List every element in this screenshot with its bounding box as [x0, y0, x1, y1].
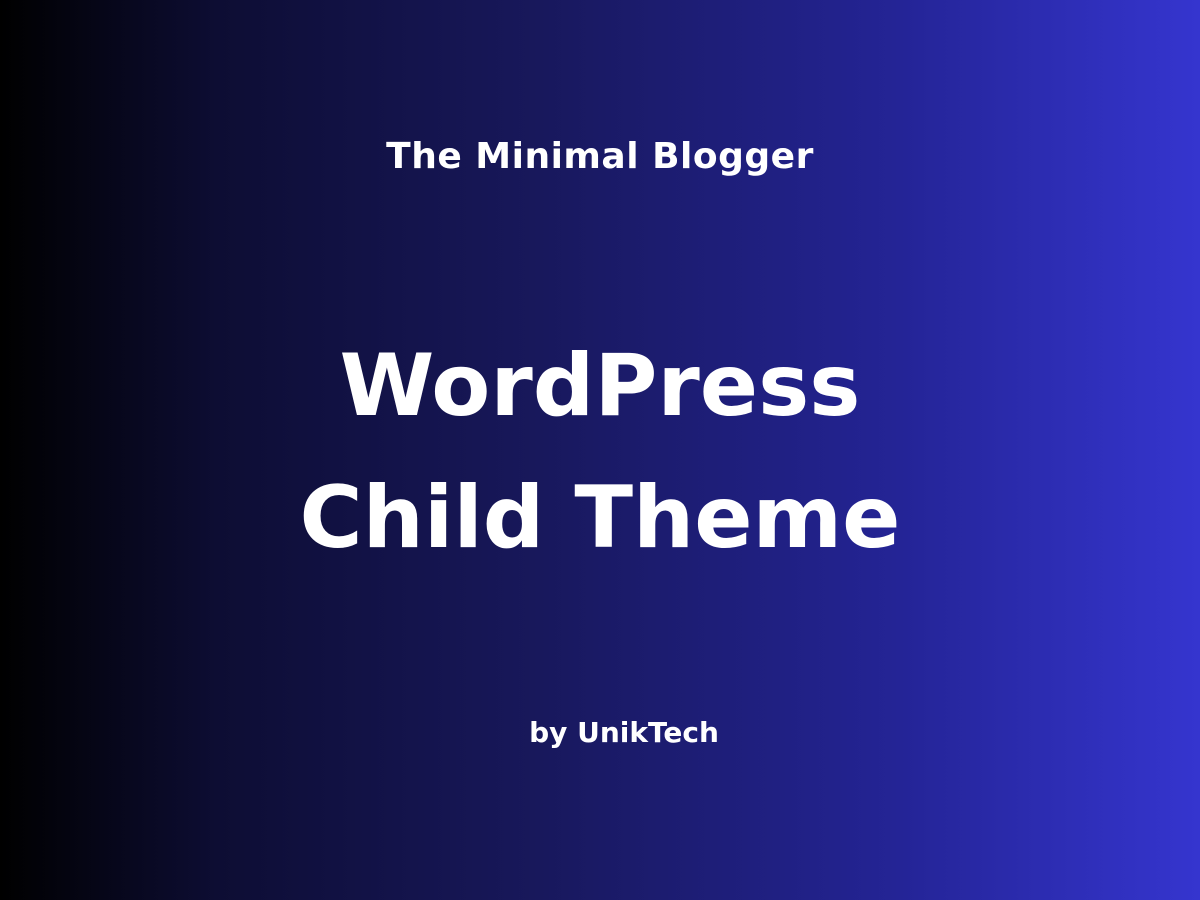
banner-canvas: The Minimal Blogger WordPress Child Them…	[0, 0, 1200, 900]
banner-byline: by UnikTech	[529, 716, 719, 749]
banner-subtitle: The Minimal Blogger	[386, 136, 814, 177]
headline-line-2: Child Theme	[299, 468, 901, 568]
headline-line-1: WordPress	[339, 336, 861, 436]
